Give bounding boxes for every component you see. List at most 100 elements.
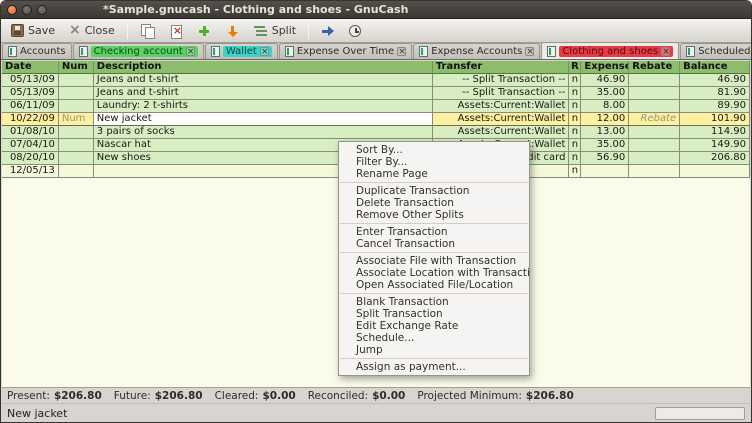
cell-balance[interactable]: 89.90 (680, 100, 750, 113)
tab-close-icon[interactable]: × (260, 47, 269, 56)
tab-accounts[interactable]: Accounts (2, 43, 72, 59)
menu-item-edit-exchange-rate[interactable]: Edit Exchange Rate (339, 320, 529, 332)
menu-item-cancel-transaction[interactable]: Cancel Transaction (339, 238, 529, 250)
cell-num[interactable] (59, 100, 94, 113)
tab-label: Expense Accounts (431, 46, 522, 57)
menu-item-rename-page[interactable]: Rename Page (339, 168, 529, 180)
cell-description-editing[interactable]: New jacket (94, 113, 433, 126)
menu-item-sort-by[interactable]: Sort By... (339, 144, 529, 156)
cell-transfer[interactable]: -- Split Transaction -- (433, 87, 570, 100)
cell-date[interactable]: 10/22/09 (2, 113, 59, 126)
menu-item-assign-as-payment[interactable]: Assign as payment... (339, 361, 529, 373)
menu-item-duplicate-transaction[interactable]: Duplicate Transaction (339, 185, 529, 197)
cell-expense[interactable]: 12.00 (581, 113, 629, 126)
window-minimize-button[interactable] (22, 5, 32, 15)
cell-reconcile[interactable]: n (569, 165, 581, 178)
cell-description[interactable]: Jeans and t-shirt (94, 87, 433, 100)
cell-rebate[interactable] (629, 74, 680, 87)
blank-button[interactable] (191, 22, 217, 40)
tab-checking-account[interactable]: Checking account × (73, 43, 204, 59)
menu-item-delete-transaction[interactable]: Delete Transaction (339, 197, 529, 209)
save-button[interactable]: Save (5, 22, 61, 39)
cell-reconcile[interactable]: n (569, 139, 581, 152)
menu-item-remove-other-splits[interactable]: Remove Other Splits (339, 209, 529, 221)
cell-rebate[interactable] (629, 126, 680, 139)
cell-rebate[interactable] (629, 100, 680, 113)
cell-reconcile[interactable]: n (569, 74, 581, 87)
tab-close-icon[interactable]: × (186, 47, 195, 56)
cell-balance[interactable]: 114.90 (680, 126, 750, 139)
tab-close-icon[interactable]: × (525, 47, 534, 56)
cell-reconcile[interactable]: n (569, 100, 581, 113)
cell-transfer[interactable]: Assets:Current:Wallet (433, 100, 570, 113)
jump-button[interactable] (315, 22, 341, 40)
delete-button[interactable] (163, 22, 189, 40)
duplicate-button[interactable] (134, 22, 161, 40)
cell-date[interactable]: 07/04/10 (2, 139, 59, 152)
menu-item-schedule[interactable]: Schedule... (339, 332, 529, 344)
cell-expense[interactable]: 8.00 (581, 100, 629, 113)
cell-expense[interactable]: 35.00 (581, 139, 629, 152)
cell-num[interactable] (59, 74, 94, 87)
cell-num-placeholder[interactable]: Num (59, 113, 94, 126)
menu-item-split-transaction[interactable]: Split Transaction (339, 308, 529, 320)
cell-description[interactable]: Jeans and t-shirt (94, 74, 433, 87)
cell-expense[interactable]: 56.90 (581, 152, 629, 165)
cell-date[interactable]: 08/20/10 (2, 152, 59, 165)
window-close-button[interactable] (7, 5, 17, 15)
window-maximize-button[interactable] (37, 5, 47, 15)
cell-balance[interactable]: 206.80 (680, 152, 750, 165)
split-button[interactable]: Split (247, 22, 302, 40)
cell-num[interactable] (59, 126, 94, 139)
cell-rebate[interactable] (629, 87, 680, 100)
cell-balance[interactable]: 81.90 (680, 87, 750, 100)
menu-item-enter-transaction[interactable]: Enter Transaction (339, 226, 529, 238)
cell-rebate[interactable] (629, 139, 680, 152)
cell-reconcile[interactable]: n (569, 113, 581, 126)
cell-reconcile[interactable]: n (569, 152, 581, 165)
menu-item-associate-file[interactable]: Associate File with Transaction (339, 255, 529, 267)
tab-close-icon[interactable]: × (397, 47, 406, 56)
tab-clothing-and-shoes[interactable]: Clothing and shoes × (541, 42, 679, 59)
tab-scheduled-transactions[interactable]: Scheduled Transactions (680, 43, 752, 59)
cell-transfer[interactable]: -- Split Transaction -- (433, 74, 570, 87)
cell-num[interactable] (59, 152, 94, 165)
schedule-button[interactable] (343, 23, 367, 39)
cell-num[interactable] (59, 87, 94, 100)
cell-date[interactable]: 12/05/13 (2, 165, 59, 178)
menu-item-blank-transaction[interactable]: Blank Transaction (339, 296, 529, 308)
tab-close-icon[interactable]: × (661, 47, 670, 56)
cell-balance[interactable]: 101.90 (680, 113, 750, 126)
cell-rebate[interactable] (629, 152, 680, 165)
cell-expense[interactable] (581, 165, 629, 178)
tab-wallet[interactable]: Wallet × (205, 43, 278, 59)
cell-expense[interactable]: 46.90 (581, 74, 629, 87)
close-button[interactable]: Close (63, 22, 121, 39)
cell-reconcile[interactable]: n (569, 126, 581, 139)
enter-button[interactable] (219, 22, 245, 40)
cell-rebate[interactable] (629, 165, 680, 178)
menu-item-associate-location[interactable]: Associate Location with Transaction (339, 267, 529, 279)
cell-num[interactable] (59, 165, 94, 178)
cell-transfer[interactable]: Assets:Current:Wallet (433, 113, 570, 126)
cell-transfer[interactable]: Assets:Current:Wallet (433, 126, 570, 139)
cell-date[interactable]: 05/13/09 (2, 74, 59, 87)
cell-date[interactable]: 05/13/09 (2, 87, 59, 100)
cell-expense[interactable]: 35.00 (581, 87, 629, 100)
cell-description[interactable]: Laundry: 2 t-shirts (94, 100, 433, 113)
cell-date[interactable]: 06/11/09 (2, 100, 59, 113)
tab-expense-accounts[interactable]: Expense Accounts × (413, 43, 540, 59)
cell-balance[interactable] (680, 165, 750, 178)
cell-balance[interactable]: 46.90 (680, 74, 750, 87)
cell-rebate-placeholder[interactable]: Rebate (629, 113, 680, 126)
tab-expense-over-time[interactable]: Expense Over Time × (279, 43, 412, 59)
cell-balance[interactable]: 149.90 (680, 139, 750, 152)
cell-reconcile[interactable]: n (569, 87, 581, 100)
cell-date[interactable]: 01/08/10 (2, 126, 59, 139)
cell-description[interactable]: 3 pairs of socks (94, 126, 433, 139)
cell-num[interactable] (59, 139, 94, 152)
menu-item-filter-by[interactable]: Filter By... (339, 156, 529, 168)
menu-item-open-associated-file[interactable]: Open Associated File/Location (339, 279, 529, 291)
menu-item-jump[interactable]: Jump (339, 344, 529, 356)
cell-expense[interactable]: 13.00 (581, 126, 629, 139)
